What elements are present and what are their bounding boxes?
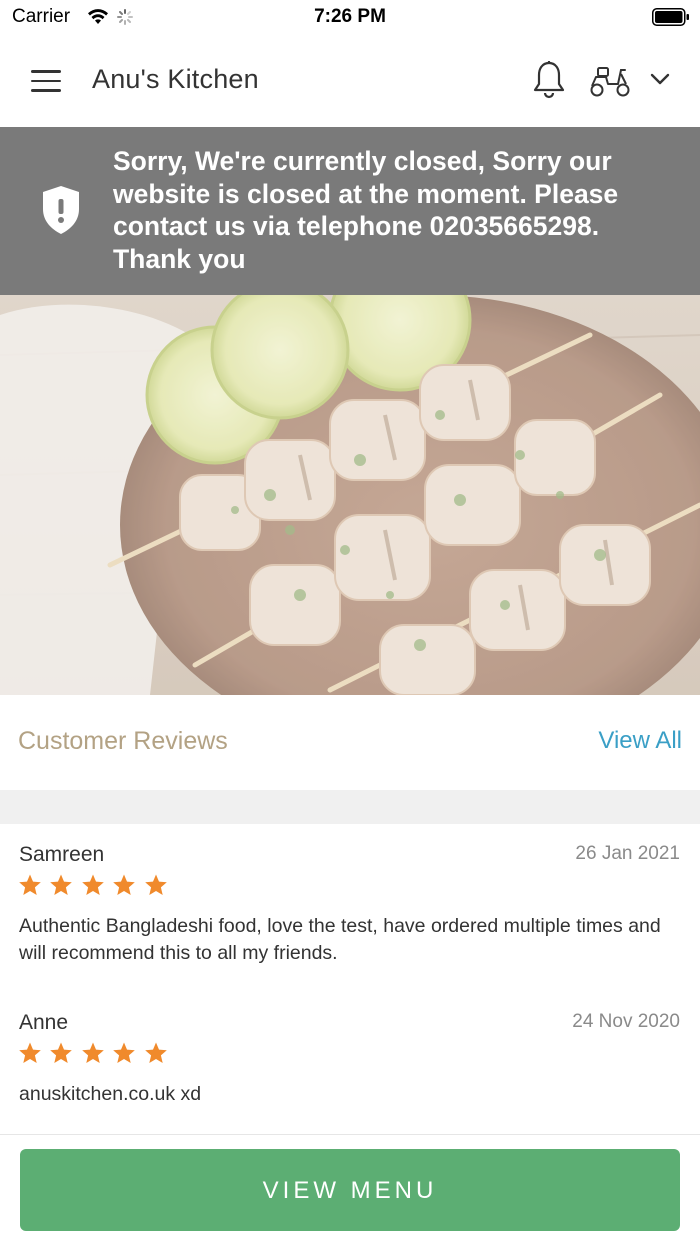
chevron-down-icon[interactable] bbox=[650, 72, 670, 91]
star-icon bbox=[19, 874, 41, 895]
reviews-section-header: Customer Reviews View All bbox=[0, 695, 700, 790]
review-text: anuskitchen.co.uk xd bbox=[19, 1083, 202, 1105]
reviews-title: Customer Reviews bbox=[18, 727, 228, 755]
clock: 7:26 PM bbox=[314, 6, 386, 27]
star-icon bbox=[50, 1042, 73, 1063]
star-icon bbox=[82, 874, 104, 895]
restaurant-title: Anu's Kitchen bbox=[92, 64, 259, 94]
app-header: Anu's Kitchen bbox=[0, 34, 700, 127]
battery-icon bbox=[652, 8, 690, 26]
bell-icon[interactable] bbox=[532, 60, 566, 105]
shield-alert-icon bbox=[42, 185, 80, 240]
status-bar: Carrier 7:26 PM bbox=[0, 0, 700, 34]
review-date: 26 Jan 2021 bbox=[575, 843, 680, 864]
star-icon bbox=[19, 1042, 41, 1063]
scooter-icon[interactable] bbox=[588, 64, 632, 103]
closed-notice-banner: Sorry, We're currently closed, Sorry our… bbox=[0, 127, 700, 295]
star-icon bbox=[113, 1042, 136, 1063]
review-item: Anne 24 Nov 2020 anuskitchen.co.uk xd bbox=[0, 1011, 700, 1121]
closed-message: Sorry, We're currently closed, Sorry our… bbox=[113, 146, 619, 274]
section-divider bbox=[0, 790, 700, 824]
star-icon bbox=[82, 1042, 104, 1063]
view-all-reviews-link[interactable]: View All bbox=[598, 727, 682, 755]
hero-food-image bbox=[0, 295, 700, 695]
star-icon bbox=[145, 874, 167, 895]
star-rating bbox=[18, 873, 171, 897]
star-rating bbox=[18, 1041, 171, 1065]
review-date: 24 Nov 2020 bbox=[572, 1011, 680, 1032]
reviewer-name: Samreen bbox=[19, 843, 105, 866]
view-menu-button[interactable]: VIEW MENU bbox=[20, 1149, 680, 1231]
menu-icon[interactable] bbox=[31, 70, 61, 92]
reviewer-name: Anne bbox=[19, 1011, 69, 1034]
footer-divider bbox=[0, 1134, 700, 1135]
star-icon bbox=[50, 874, 73, 895]
review-item: Samreen 26 Jan 2021 Authentic Bangladesh… bbox=[0, 843, 700, 983]
review-text: Authentic Bangladeshi food, love the tes… bbox=[19, 915, 661, 964]
star-icon bbox=[113, 874, 136, 895]
star-icon bbox=[145, 1042, 167, 1063]
